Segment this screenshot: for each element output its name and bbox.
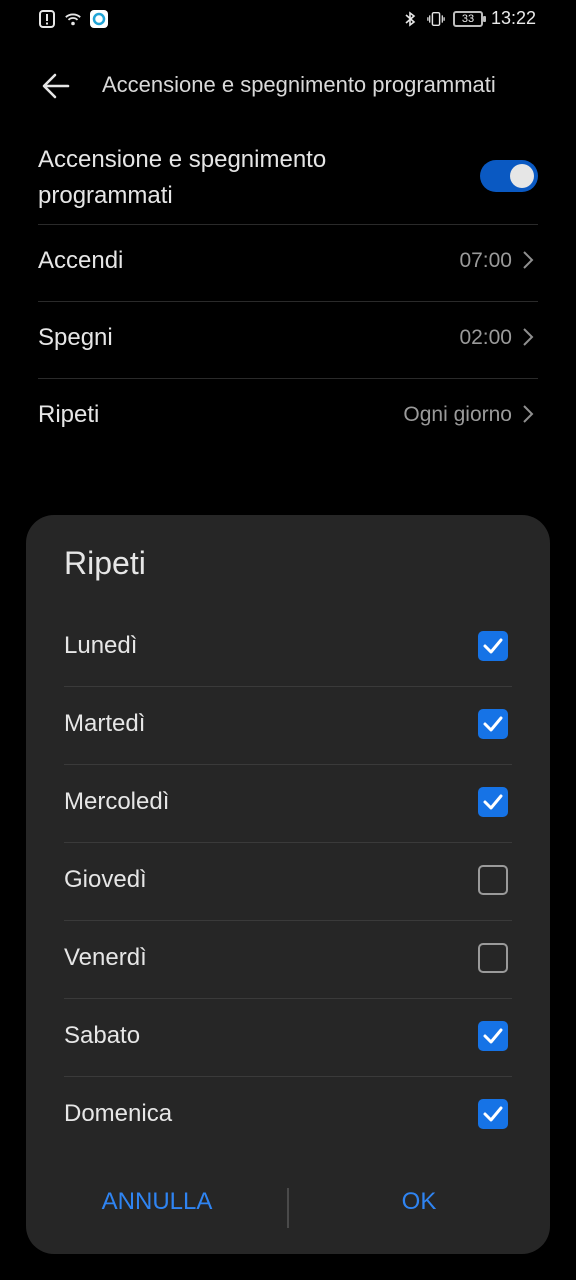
- option-label: Venerdì: [64, 944, 147, 971]
- ripeti-row[interactable]: Ripeti Ogni giorno: [38, 379, 538, 455]
- toggle-knob: [510, 164, 534, 188]
- checkbox-venerdi[interactable]: [478, 943, 508, 973]
- chevron-right-icon: [523, 328, 534, 346]
- accendi-label: Accendi: [38, 247, 124, 274]
- repeat-dialog: Ripeti Lunedì Martedì Mercoledì Giovedì …: [26, 515, 550, 1254]
- option-label: Martedì: [64, 710, 146, 737]
- spegni-row[interactable]: Spegni 02:00: [38, 302, 538, 379]
- back-arrow-icon[interactable]: [38, 68, 74, 104]
- clock: 13:22: [490, 8, 536, 28]
- ripeti-label: Ripeti: [38, 401, 100, 428]
- master-toggle[interactable]: [480, 160, 538, 192]
- option-label: Giovedì: [64, 866, 147, 893]
- chevron-right-icon: [523, 251, 534, 269]
- checkbox-sabato[interactable]: [478, 1021, 508, 1051]
- checkbox-martedi[interactable]: [478, 709, 508, 739]
- master-toggle-row[interactable]: Accensione e spegnimento programmati: [38, 130, 538, 225]
- option-mercoledi[interactable]: Mercoledì: [64, 765, 512, 843]
- dialog-title: Ripeti: [64, 545, 146, 581]
- master-toggle-label: Accensione e spegnimento programmati: [38, 146, 327, 209]
- settings-list: Accensione e spegnimento programmati Acc…: [38, 130, 538, 455]
- bluetooth-icon: [401, 10, 419, 28]
- accendi-row[interactable]: Accendi 07:00: [38, 225, 538, 302]
- option-sabato[interactable]: Sabato: [64, 999, 512, 1077]
- day-options: Lunedì Martedì Mercoledì Giovedì Venerdì…: [64, 609, 512, 1154]
- checkbox-mercoledi[interactable]: [478, 787, 508, 817]
- chevron-right-icon: [523, 405, 534, 423]
- spegni-label: Spegni: [38, 324, 113, 351]
- wifi-icon: [64, 10, 82, 28]
- option-giovedi[interactable]: Giovedì: [64, 843, 512, 921]
- checkbox-lunedi[interactable]: [478, 631, 508, 661]
- battery-icon: 33: [452, 10, 486, 27]
- vibrate-icon: [427, 10, 445, 28]
- ripeti-value: Ogni giorno: [403, 403, 512, 426]
- option-label: Lunedì: [64, 632, 138, 659]
- accendi-value: 07:00: [459, 249, 512, 272]
- option-label: Mercoledì: [64, 788, 170, 815]
- status-bar: 33 13:22: [0, 0, 576, 40]
- page-title: Accensione e spegnimento programmati: [102, 72, 496, 97]
- dialog-actions: ANNULLA OK: [26, 1164, 550, 1254]
- option-lunedi[interactable]: Lunedì: [64, 609, 512, 687]
- checkbox-domenica[interactable]: [478, 1099, 508, 1129]
- option-label: Domenica: [64, 1100, 173, 1127]
- checkbox-giovedi[interactable]: [478, 865, 508, 895]
- option-label: Sabato: [64, 1022, 141, 1049]
- ok-button[interactable]: OK: [288, 1188, 550, 1216]
- app-icon: [90, 10, 108, 28]
- option-domenica[interactable]: Domenica: [64, 1077, 512, 1154]
- cancel-button[interactable]: ANNULLA: [26, 1188, 288, 1216]
- option-venerdi[interactable]: Venerdì: [64, 921, 512, 999]
- alert-icon: [38, 10, 56, 28]
- option-martedi[interactable]: Martedì: [64, 687, 512, 765]
- spegni-value: 02:00: [459, 326, 512, 349]
- app-header: Accensione e spegnimento programmati: [0, 58, 576, 114]
